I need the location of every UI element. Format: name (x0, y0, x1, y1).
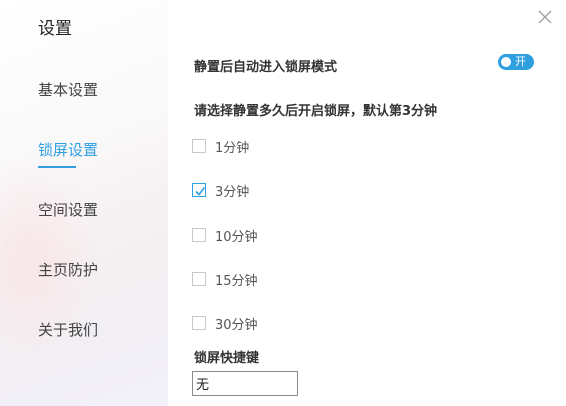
sidebar-item-space[interactable]: 空间设置 (38, 199, 98, 220)
checkbox[interactable] (192, 272, 206, 286)
option-1-minute[interactable]: 1分钟 (192, 138, 250, 156)
option-label: 15分钟 (215, 273, 258, 289)
option-30-minutes[interactable]: 30分钟 (192, 315, 258, 333)
checkbox[interactable] (192, 228, 206, 242)
close-button[interactable] (536, 8, 554, 26)
sidebar: 设置 基本设置 锁屏设置 空间设置 主页防护 关于我们 (0, 0, 168, 406)
sidebar-item-homepage-protection[interactable]: 主页防护 (38, 259, 98, 280)
checkbox[interactable] (192, 316, 206, 330)
sidebar-item-basic[interactable]: 基本设置 (38, 79, 98, 100)
option-10-minutes[interactable]: 10分钟 (192, 227, 258, 245)
option-label: 10分钟 (215, 229, 258, 245)
auto-lock-toggle[interactable]: 开 (498, 54, 534, 70)
checkbox[interactable] (192, 139, 206, 153)
checkmark-icon (195, 187, 206, 196)
option-label: 30分钟 (215, 317, 258, 333)
toggle-knob (501, 57, 511, 67)
option-label: 1分钟 (215, 140, 250, 156)
active-tab-indicator (38, 166, 76, 168)
duration-prompt: 请选择静置多久后开启锁屏，默认第3分钟 (194, 104, 438, 119)
settings-window: 设置 基本设置 锁屏设置 空间设置 主页防护 关于我们 静置后自动进入锁屏模式 … (0, 0, 566, 406)
sidebar-title: 设置 (38, 19, 72, 39)
hotkey-label: 锁屏快捷键 (194, 351, 260, 366)
close-icon (538, 10, 552, 24)
option-15-minutes[interactable]: 15分钟 (192, 271, 258, 289)
sidebar-item-lock-screen[interactable]: 锁屏设置 (38, 139, 98, 160)
checkbox-checked[interactable] (192, 183, 206, 197)
option-label: 3分钟 (215, 184, 250, 200)
toggle-label: 开 (515, 55, 526, 68)
hotkey-input[interactable] (192, 371, 298, 396)
option-3-minutes[interactable]: 3分钟 (192, 182, 250, 200)
auto-lock-label: 静置后自动进入锁屏模式 (194, 60, 338, 75)
sidebar-item-about[interactable]: 关于我们 (38, 319, 98, 340)
